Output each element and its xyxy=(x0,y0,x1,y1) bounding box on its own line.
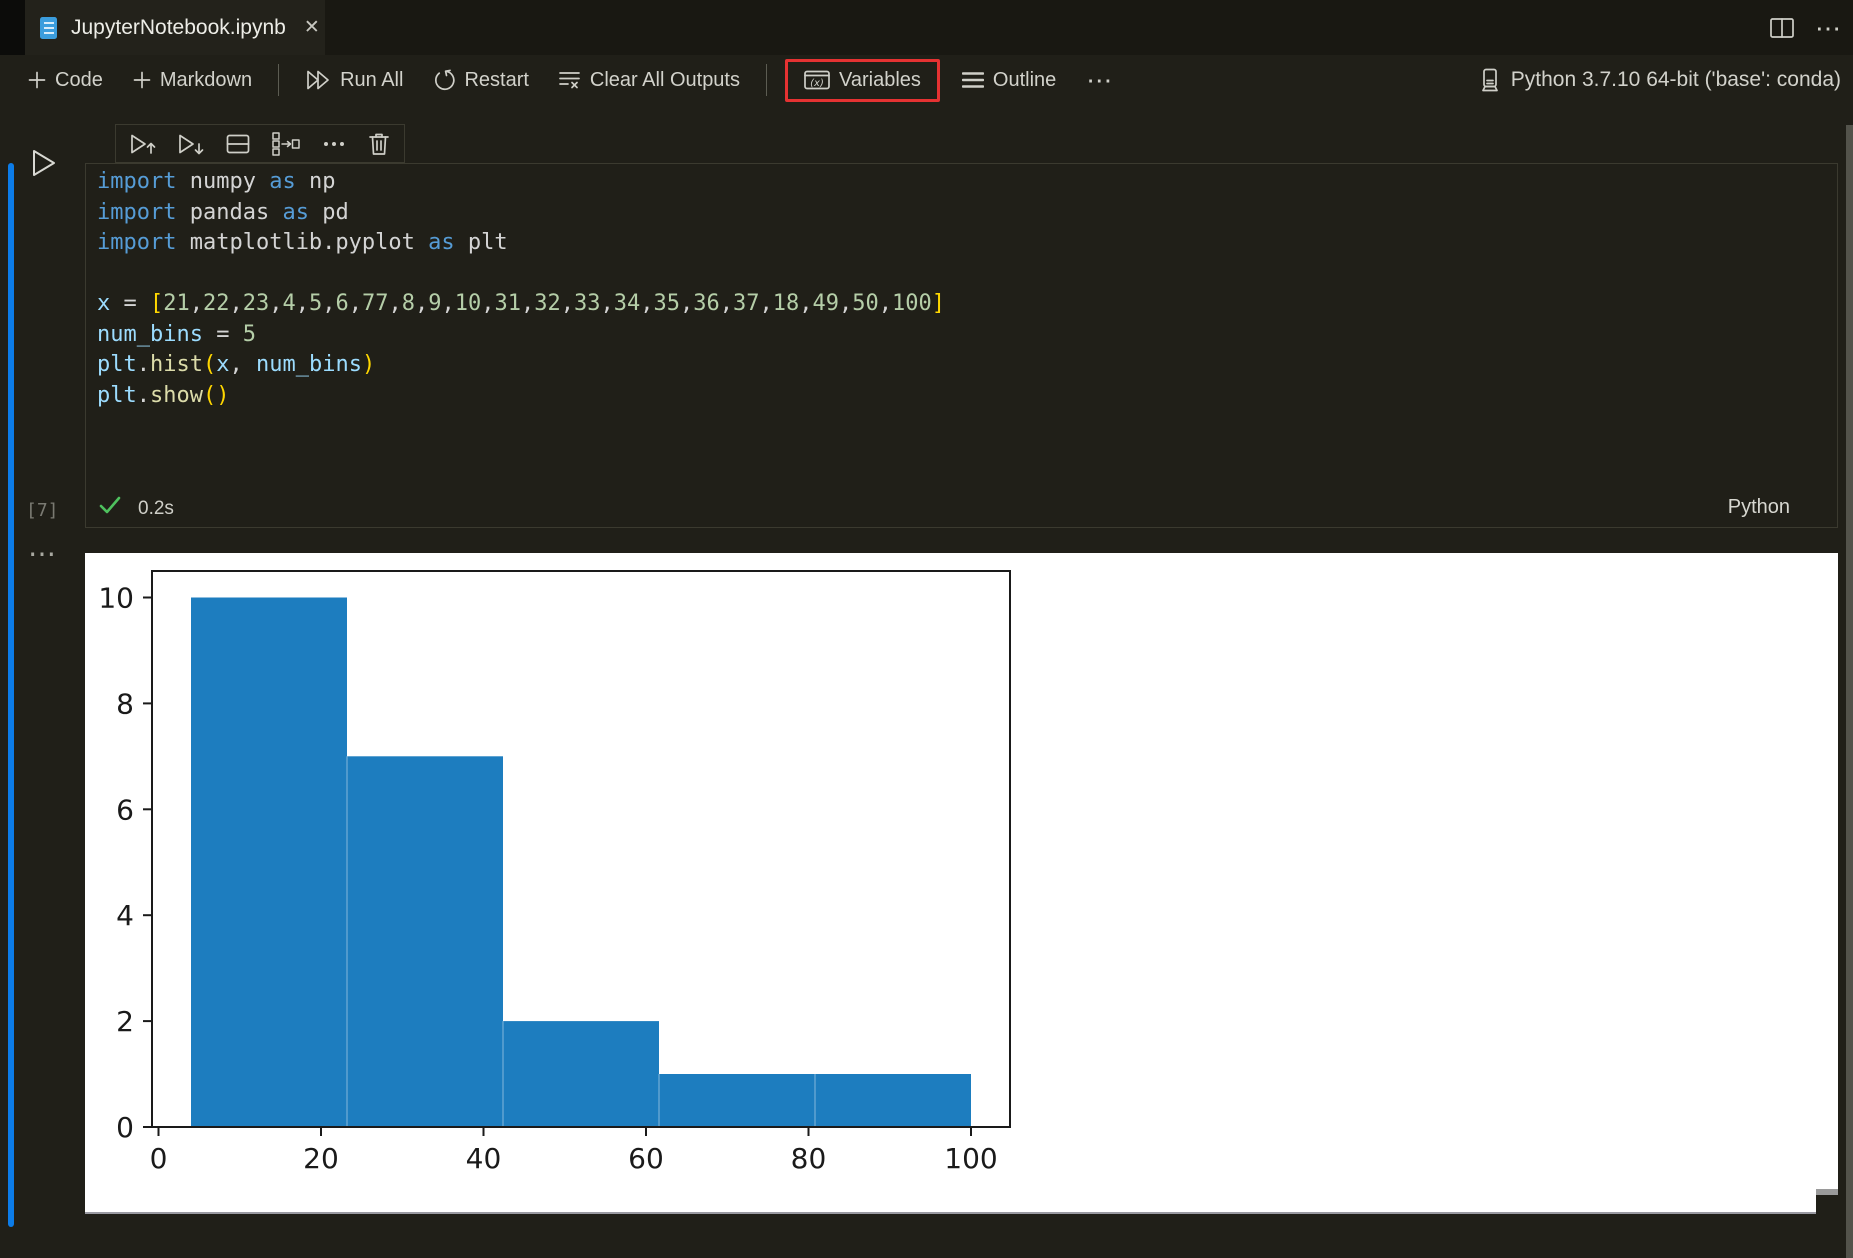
plus-icon xyxy=(28,71,46,89)
tab-jupyternotebook[interactable]: JupyterNotebook.ipynb ✕ xyxy=(25,0,325,55)
toolbar-separator xyxy=(278,64,279,96)
restart-icon xyxy=(433,69,455,91)
svg-text:4: 4 xyxy=(116,899,134,932)
code-line[interactable]: plt.hist(x, num_bins) xyxy=(97,350,945,381)
cell-toolbar xyxy=(115,124,405,163)
svg-text:2: 2 xyxy=(116,1005,134,1038)
tab-title: JupyterNotebook.ipynb xyxy=(71,16,286,40)
editor-more-icon[interactable]: ⋯ xyxy=(1815,15,1843,41)
new-markdown-cell-label: Markdown xyxy=(160,69,252,92)
variables-icon: (x) xyxy=(804,70,830,90)
plus-icon xyxy=(133,71,151,89)
new-code-cell-button[interactable]: Code xyxy=(16,63,115,98)
clear-outputs-button[interactable]: Clear All Outputs xyxy=(547,63,752,98)
execution-count: [7] xyxy=(26,500,59,521)
histogram-plot: 0 20 40 60 80 100 0 2 4 6 8 10 xyxy=(85,553,1837,1212)
restart-label: Restart xyxy=(464,69,528,92)
cell-language-picker[interactable]: Python xyxy=(85,496,1790,519)
outline-label: Outline xyxy=(993,69,1056,92)
svg-text:0: 0 xyxy=(116,1111,134,1144)
run-all-label: Run All xyxy=(340,69,403,92)
vscode-notebook-window: JupyterNotebook.ipynb ✕ ⋯ Code Markdown xyxy=(0,0,1853,1258)
variables-button[interactable]: (x) Variables xyxy=(792,63,933,98)
delete-cell-icon[interactable] xyxy=(368,132,390,156)
variables-highlight-annotation: (x) Variables xyxy=(785,59,940,102)
svg-text:40: 40 xyxy=(466,1142,502,1175)
svg-text:10: 10 xyxy=(98,582,134,615)
new-code-cell-label: Code xyxy=(55,69,103,92)
run-above-icon[interactable] xyxy=(130,133,156,155)
kernel-icon xyxy=(1479,68,1501,92)
run-all-button[interactable]: Run All xyxy=(293,63,415,98)
cell-output: 0 20 40 60 80 100 0 2 4 6 8 10 xyxy=(85,553,1838,1214)
split-cell-icon[interactable] xyxy=(226,134,250,154)
svg-text:0: 0 xyxy=(150,1142,168,1175)
editor-actions: ⋯ xyxy=(1769,0,1843,55)
variables-label: Variables xyxy=(839,69,921,92)
cell-selection-bar xyxy=(8,163,14,1227)
clear-outputs-label: Clear All Outputs xyxy=(590,69,740,92)
svg-text:60: 60 xyxy=(628,1142,664,1175)
clear-all-outputs-icon xyxy=(559,70,581,90)
tab-close-icon[interactable]: ✕ xyxy=(304,16,320,39)
run-all-icon xyxy=(305,69,331,91)
outline-icon xyxy=(962,71,984,89)
editor-scrollbar[interactable] xyxy=(1846,125,1853,1258)
split-editor-icon[interactable] xyxy=(1769,16,1795,40)
output-more-icon[interactable]: ⋯ xyxy=(28,540,57,568)
cell-more-icon[interactable] xyxy=(322,140,346,148)
code-line[interactable]: import matplotlib.pyplot as plt xyxy=(97,228,945,259)
new-markdown-cell-button[interactable]: Markdown xyxy=(121,63,264,98)
tab-bar-corner xyxy=(0,0,25,55)
svg-text:6: 6 xyxy=(116,793,134,826)
code-line[interactable]: import pandas as pd xyxy=(97,198,945,229)
kernel-label: Python 3.7.10 64-bit ('base': conda) xyxy=(1511,68,1841,92)
code-editor[interactable]: import numpy as npimport pandas as pdimp… xyxy=(97,167,945,411)
run-cell-button[interactable] xyxy=(30,148,58,178)
notebook-file-icon xyxy=(39,16,59,40)
notebook-toolbar-left: Code Markdown Run All Restart xyxy=(0,59,1126,102)
code-line[interactable]: import numpy as np xyxy=(97,167,945,198)
svg-text:20: 20 xyxy=(303,1142,339,1175)
svg-text:(x): (x) xyxy=(810,78,824,89)
svg-text:100: 100 xyxy=(944,1142,997,1175)
toolbar-more-button[interactable]: ⋯ xyxy=(1074,61,1126,99)
more-icon: ⋯ xyxy=(1086,67,1114,93)
tab-bar: JupyterNotebook.ipynb ✕ ⋯ xyxy=(0,0,1853,55)
code-line[interactable] xyxy=(97,259,945,290)
toolbar-separator xyxy=(766,64,767,96)
goto-cell-icon[interactable] xyxy=(272,132,300,156)
outline-button[interactable]: Outline xyxy=(950,63,1068,98)
code-line[interactable]: x = [21,22,23,4,5,6,77,8,9,10,31,32,33,3… xyxy=(97,289,945,320)
svg-text:8: 8 xyxy=(116,687,134,720)
code-line[interactable]: plt.show() xyxy=(97,381,945,412)
kernel-picker[interactable]: Python 3.7.10 64-bit ('base': conda) xyxy=(1479,55,1845,105)
svg-text:80: 80 xyxy=(791,1142,827,1175)
restart-kernel-button[interactable]: Restart xyxy=(421,63,540,98)
code-line[interactable]: num_bins = 5 xyxy=(97,320,945,351)
output-corner-cap xyxy=(1816,1189,1838,1195)
run-below-icon[interactable] xyxy=(178,133,204,155)
output-corner-notch xyxy=(1816,1195,1838,1214)
